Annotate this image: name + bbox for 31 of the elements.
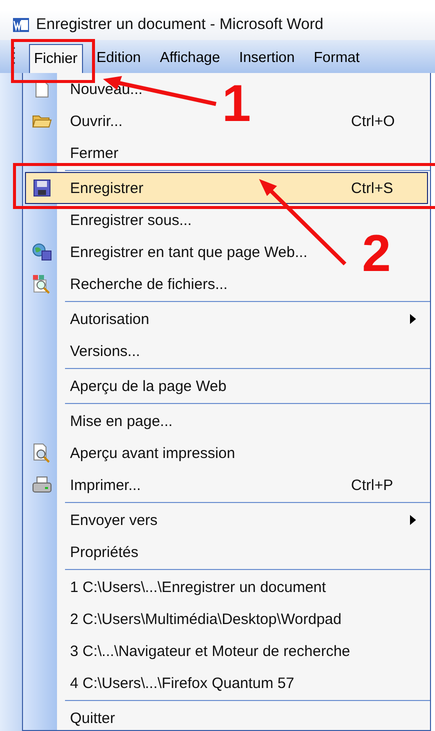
menu-item[interactable]: Versions... — [70, 342, 140, 360]
menu-item[interactable]: 3 C:\...\Navigateur et Moteur de recherche — [70, 642, 350, 660]
menu-bar-item[interactable]: Fichier — [29, 44, 83, 73]
menu-item[interactable]: Envoyer vers — [70, 512, 158, 528]
menu-item[interactable]: Imprimer... — [70, 476, 141, 494]
menu-item[interactable]: Quitter — [70, 710, 116, 726]
menu-item[interactable]: Mise en page... — [70, 412, 173, 430]
menu-bar-item[interactable]: Affichage — [154, 44, 226, 73]
menu-item[interactable]: 2 C:\Users\Multimédia\Desktop\Wordpad — [70, 610, 342, 628]
menu-bar-item[interactable]: Format — [308, 44, 365, 73]
menu-bar-item[interactable]: Insertion — [234, 44, 300, 73]
menu-item[interactable]: Aperçu de la page Web — [70, 378, 226, 394]
menu-item[interactable]: 1 C:\Users\...\Enregistrer un document — [70, 578, 326, 596]
menu-item[interactable]: Recherche de fichiers... — [70, 276, 228, 292]
menu-item[interactable]: Enregistrer sous... — [70, 212, 192, 228]
menu-bar-item[interactable]: Edition — [92, 44, 146, 73]
shortcut-label: Ctrl+S — [351, 180, 394, 196]
menu-item[interactable]: Ouvrir... — [70, 112, 123, 130]
menu-item[interactable]: 4 C:\Users\...\Firefox Quantum 57 — [70, 674, 294, 692]
window-title: Enregistrer un document - Microsoft Word — [36, 16, 324, 34]
menu-item[interactable]: Autorisation — [70, 310, 150, 328]
shortcut-label: Ctrl+O — [351, 112, 395, 130]
menu-item[interactable]: Propriétés — [70, 544, 138, 560]
step-number: 1 — [222, 78, 251, 130]
menu-item[interactable]: Enregistrer en tant que page Web... — [70, 244, 308, 260]
menu-item[interactable]: Fermer — [70, 144, 118, 162]
shortcut-label: Ctrl+P — [351, 476, 394, 494]
menu-item[interactable]: Enregistrer Ctrl+S — [25, 172, 428, 204]
menu-item[interactable]: Nouveau... — [70, 80, 143, 98]
step-number: 2 — [362, 228, 391, 280]
menu-item[interactable]: Aperçu avant impression — [70, 444, 236, 462]
